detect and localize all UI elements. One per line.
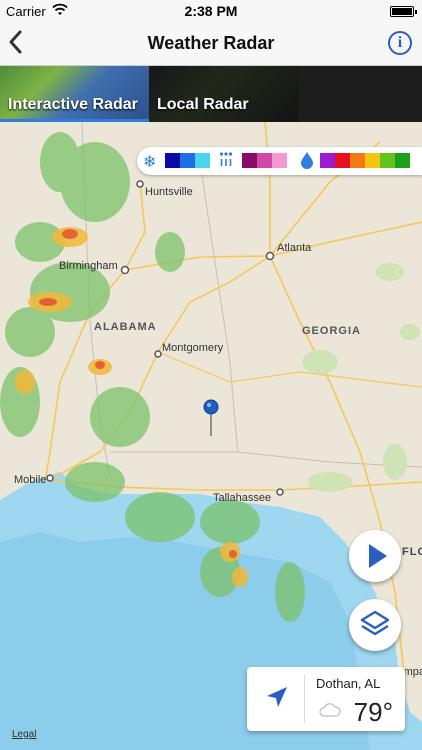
precipitation-legend: ❄ [137, 147, 422, 175]
legend-swatch [165, 153, 180, 168]
legend-swatch [395, 153, 410, 168]
tab-label: Interactive Radar [8, 96, 138, 113]
current-location-card[interactable]: Dothan, AL 79° [247, 667, 405, 731]
play-icon [369, 544, 387, 568]
battery-icon [390, 6, 417, 17]
info-button[interactable]: i [388, 31, 412, 55]
legal-link[interactable]: Legal [12, 729, 36, 740]
legend-swatch [320, 153, 335, 168]
legend-swatch [195, 153, 210, 168]
city-label-huntsville: Huntsville [145, 186, 193, 198]
legend-swatch [335, 153, 350, 168]
clock: 2:38 PM [184, 3, 238, 19]
location-name: Dothan, AL [316, 676, 381, 691]
tab-local-radar[interactable]: Local Radar [149, 66, 299, 122]
divider [304, 675, 305, 723]
cloud-icon [319, 703, 341, 722]
navigation-bar: Weather Radar i [0, 22, 422, 66]
layers-icon [360, 610, 390, 636]
raindrop-icon [300, 151, 314, 173]
temperature: 79° [353, 697, 393, 727]
legend-swatch [365, 153, 380, 168]
city-label-tallahassee: Tallahassee [213, 492, 272, 504]
city-label-birmingham: Birmingham [59, 260, 118, 272]
radar-map[interactable]: Huntsville Atlanta Birmingham Montgomery… [0, 122, 422, 750]
mixed-precip-icon [219, 151, 233, 173]
city-label-atlanta: Atlanta [277, 242, 312, 254]
map-layers-button[interactable] [349, 599, 401, 651]
snowflake-icon: ❄ [143, 154, 157, 171]
state-label-alabama: ALABAMA [94, 321, 157, 333]
tab-interactive-radar[interactable]: Interactive Radar [0, 66, 149, 122]
legend-swatch [180, 153, 195, 168]
state-label-georgia: GEORGIA [302, 325, 361, 337]
legend-swatch [350, 153, 365, 168]
status-bar: Carrier 2:38 PM [0, 0, 422, 22]
page-title: Weather Radar [147, 33, 275, 53]
map-canvas [0, 122, 422, 750]
city-label-mobile: Mobile [14, 474, 47, 486]
legend-swatch [380, 153, 395, 168]
legend-swatch [242, 153, 257, 168]
tab-label: Local Radar [157, 96, 249, 113]
location-arrow-icon[interactable] [265, 685, 289, 716]
legend-swatch [257, 153, 272, 168]
play-animation-button[interactable] [349, 530, 401, 582]
city-label-montgomery: Montgomery [162, 342, 224, 354]
radar-tabs: Interactive Radar Local Radar [0, 66, 422, 122]
legend-swatch [272, 153, 287, 168]
state-label-florida: FLO [402, 546, 422, 558]
